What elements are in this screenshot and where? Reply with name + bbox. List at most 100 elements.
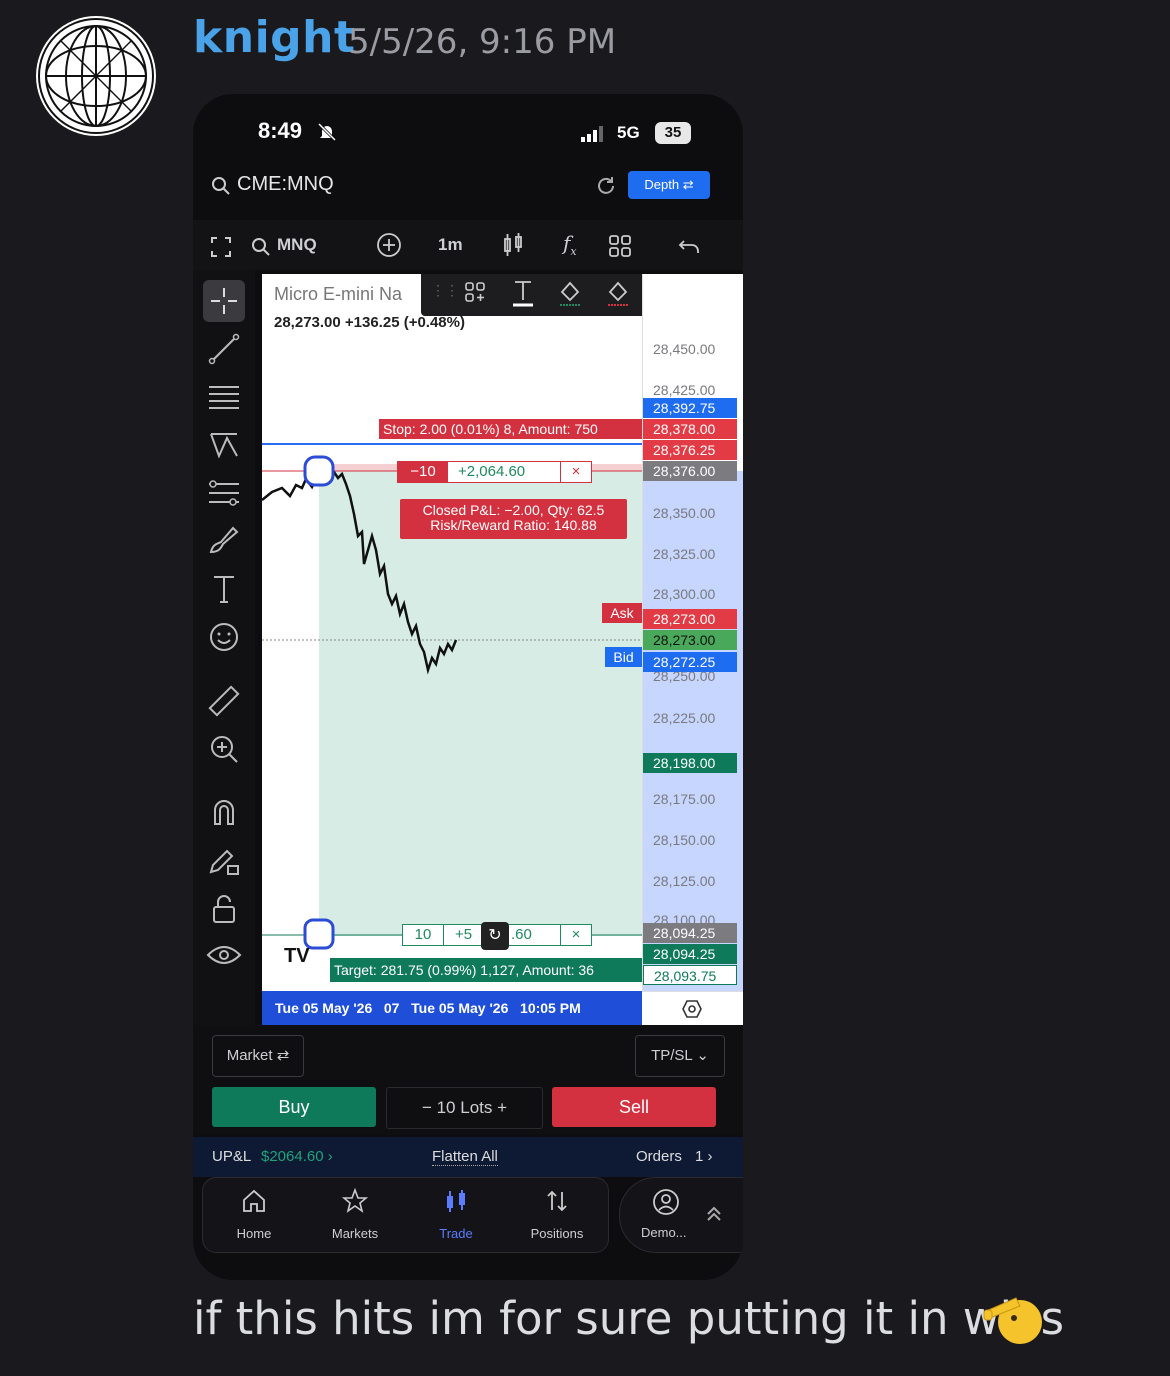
- text-icon: [214, 576, 234, 603]
- stop-handle[interactable]: [303, 455, 335, 487]
- price-tag-target: 28,094.25: [643, 944, 737, 964]
- buy-button[interactable]: Buy: [212, 1087, 376, 1127]
- search-icon: [212, 177, 230, 195]
- stop-label[interactable]: Stop: 2.00 (0.01%) 8, Amount: 750: [379, 419, 642, 439]
- target-label[interactable]: Target: 281.75 (0.99%) 1,127, Amount: 36: [330, 958, 642, 982]
- close-position-icon[interactable]: ×: [560, 462, 591, 482]
- chevron-double-up-icon[interactable]: [704, 1204, 724, 1224]
- target-line-label[interactable]: 10 +5 ↻ .60 ×: [402, 922, 592, 950]
- candles-icon[interactable]: [502, 232, 524, 258]
- price-tag-target-gray: 28,094.25: [643, 923, 737, 943]
- crosshair-tool[interactable]: [203, 280, 245, 322]
- price-tick: 28,225.00: [653, 710, 716, 726]
- visibility-tool[interactable]: [203, 934, 245, 976]
- depth-button[interactable]: Depth ⇄: [628, 171, 710, 199]
- bottom-navigation: Home Markets Trade Positions: [202, 1177, 609, 1253]
- price-tick: 28,325.00: [653, 546, 716, 562]
- zoom-tool[interactable]: [203, 728, 245, 770]
- chart-symbol-title[interactable]: Micro E-mini Na: [274, 284, 402, 305]
- nav-positions-label: Positions: [530, 1226, 584, 1241]
- upnl-value[interactable]: $2064.60 ›: [261, 1148, 333, 1165]
- orders-label[interactable]: Orders: [636, 1148, 682, 1165]
- add-compare-icon[interactable]: [376, 232, 402, 258]
- layout-grid-icon[interactable]: [608, 233, 632, 259]
- avatar[interactable]: [36, 16, 156, 136]
- refresh-icon[interactable]: [595, 175, 617, 197]
- lock-open-icon: [213, 895, 235, 923]
- chart-quote: 28,273.00 +136.25 (+0.48%): [274, 314, 465, 331]
- signal-icon: [581, 126, 603, 142]
- upnl-label: UP&L: [212, 1148, 252, 1165]
- nav-trade-label: Trade: [439, 1226, 473, 1241]
- nav-positions[interactable]: Positions: [507, 1178, 607, 1252]
- tpsl-button[interactable]: TP/SL ⌄: [635, 1035, 725, 1077]
- fib-tool[interactable]: [203, 376, 245, 418]
- price-tick: 28,125.00: [653, 873, 716, 889]
- nav-account[interactable]: Demo...: [619, 1177, 743, 1253]
- price-tick: 28,150.00: [653, 832, 716, 848]
- nav-markets[interactable]: Markets: [305, 1178, 405, 1252]
- indicators-icon[interactable]: fx: [563, 231, 577, 258]
- sell-button[interactable]: Sell: [552, 1087, 716, 1127]
- settings-icon[interactable]: [682, 999, 702, 1019]
- symbol-search-icon[interactable]: [251, 234, 271, 260]
- chart-toolbar: MNQ 1m fx: [193, 220, 743, 270]
- drag-handle-icon[interactable]: ⋮⋮: [431, 282, 459, 299]
- nav-trade[interactable]: Trade: [406, 1178, 506, 1252]
- price-tag-blue: 28,392.75: [643, 398, 737, 418]
- bell-muted-icon: [317, 122, 337, 142]
- account-icon: [653, 1189, 679, 1215]
- template-icon[interactable]: [463, 280, 487, 304]
- line-color-icon[interactable]: [605, 278, 631, 308]
- eye-icon: [206, 946, 242, 964]
- price-tag-level: 28,198.00: [643, 753, 737, 773]
- chart-settings[interactable]: [642, 991, 743, 1025]
- lock-tool[interactable]: [203, 888, 245, 930]
- position-line-label[interactable]: −10 +2,064.60 ×: [397, 461, 592, 483]
- order-type-button[interactable]: Market ⇄: [212, 1035, 304, 1077]
- magnet-icon: [214, 800, 234, 825]
- lots-stepper[interactable]: − 10 Lots +: [386, 1087, 543, 1129]
- pattern-tool[interactable]: [203, 424, 245, 466]
- brush-tool[interactable]: [203, 520, 245, 562]
- price-tick: 28,300.00: [653, 586, 716, 602]
- brush-icon: [209, 526, 239, 554]
- close-target-icon[interactable]: ×: [560, 925, 591, 945]
- toolbar-symbol[interactable]: MNQ: [277, 235, 317, 261]
- interval-button[interactable]: 1m: [438, 235, 463, 261]
- target-pnl-a: +5: [455, 926, 473, 943]
- pnl-bar: UP&L $2064.60 › Flatten All Orders 1 ›: [193, 1137, 743, 1177]
- price-chart[interactable]: TV Micro E-mini Na 28,273.00 +136.25 (+0…: [262, 274, 743, 1025]
- prediction-tool[interactable]: [203, 472, 245, 514]
- lock-drawing-tool[interactable]: [203, 840, 245, 882]
- fullscreen-icon[interactable]: [210, 234, 232, 260]
- screenshot-attachment[interactable]: 8:49 5G 35 CME:MNQ Depth ⇄ MNQ 1m fx TV …: [193, 94, 743, 1280]
- target-zone: [319, 471, 642, 936]
- target-qty: 10: [403, 925, 444, 945]
- price-tick: 28,425.00: [653, 382, 716, 398]
- star-icon: [342, 1188, 368, 1213]
- price-axis[interactable]: 28,450.00 28,425.00 28,350.00 28,325.00 …: [642, 274, 743, 991]
- orders-count[interactable]: 1 ›: [695, 1148, 713, 1165]
- price-tag-target-outline: 28,093.75: [643, 965, 737, 985]
- price-tag-stop: 28,378.00: [643, 419, 737, 439]
- measure-tool[interactable]: [203, 680, 245, 722]
- text-tool[interactable]: [203, 568, 245, 610]
- trendline-tool[interactable]: [203, 328, 245, 370]
- username[interactable]: knight: [193, 12, 356, 63]
- closed-pnl-line: Closed P&L: −2.00, Qty: 62.5: [422, 502, 605, 518]
- symbol-search[interactable]: CME:MNQ: [237, 173, 334, 196]
- crosshair-icon: [211, 288, 237, 314]
- fill-color-icon[interactable]: [557, 278, 583, 308]
- flatten-all-button[interactable]: Flatten All: [432, 1148, 498, 1166]
- target-handle[interactable]: [303, 918, 335, 950]
- nav-home[interactable]: Home: [204, 1178, 304, 1252]
- text-style-icon[interactable]: [511, 278, 535, 308]
- magnet-tool[interactable]: [203, 792, 245, 834]
- price-tag-entry: 28,376.00: [643, 461, 737, 481]
- reset-icon[interactable]: ↻: [481, 922, 509, 950]
- target-pnl-b: .60: [511, 926, 532, 943]
- emoji-tool[interactable]: [203, 616, 245, 658]
- time-axis-range: Tue 05 May '26 07 Tue 05 May '26 10:05 P…: [262, 991, 642, 1025]
- undo-icon[interactable]: [678, 234, 700, 260]
